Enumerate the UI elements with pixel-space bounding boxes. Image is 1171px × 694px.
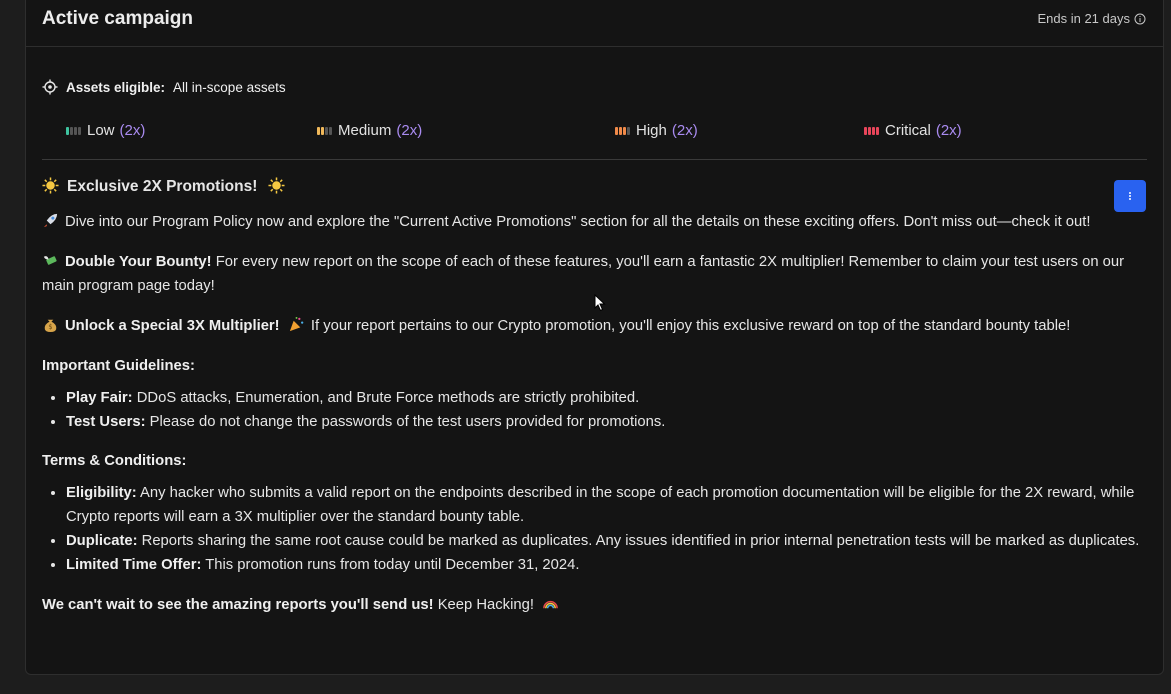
assets-eligible-value: All in-scope assets: [173, 79, 286, 95]
list-item-label: Duplicate:: [66, 533, 138, 549]
severity-bars-icon: [864, 126, 879, 135]
rainbow-emoji-icon: [543, 600, 558, 609]
assets-eligible-label: Assets eligible:: [66, 79, 166, 95]
paragraph-double-bounty: Double Your Bounty! For every new report…: [42, 250, 1150, 298]
double-bounty-title: Double Your Bounty!: [65, 254, 212, 270]
assets-eligible-row: Assets eligible: All in-scope assets: [42, 79, 286, 95]
paragraph-policy: Dive into our Program Policy now and exp…: [42, 210, 1150, 234]
severity-label: High: [636, 122, 667, 139]
list-item-label: Play Fair:: [66, 390, 133, 406]
card-header: Active campaign Ends in 21 days: [26, 0, 1163, 47]
severity-bars-icon: [317, 126, 332, 135]
campaign-description: Exclusive 2X Promotions! Dive into our P…: [42, 175, 1150, 617]
list-item: Duplicate: Reports sharing the same root…: [66, 529, 1150, 553]
severity-critical: Critical (2x): [864, 122, 962, 139]
severity-multiplier: (2x): [119, 122, 146, 139]
list-item-label: Limited Time Offer:: [66, 557, 202, 573]
money-with-wings-emoji-icon: [43, 256, 57, 265]
list-item-text: DDoS attacks, Enumeration, and Brute For…: [132, 390, 640, 406]
severity-high: High (2x): [615, 122, 698, 139]
severity-label: Medium: [338, 122, 392, 139]
severity-bars-icon: [615, 126, 630, 135]
severity-medium: Medium (2x): [317, 122, 422, 139]
ends-text: Ends in 21 days: [1037, 11, 1130, 26]
severity-bars-icon: [66, 126, 81, 135]
info-icon[interactable]: [1134, 13, 1146, 25]
party-popper-emoji-icon: [289, 316, 304, 332]
rocket-emoji-icon: [43, 213, 58, 228]
list-item-label: Eligibility:: [66, 485, 137, 501]
list-item: Limited Time Offer: This promotion runs …: [66, 553, 1150, 577]
svg-text:$: $: [48, 323, 52, 331]
paragraph-policy-text: Dive into our Program Policy now and exp…: [65, 214, 1091, 230]
promo-title: Exclusive 2X Promotions!: [67, 178, 258, 195]
paragraph-3x-multiplier: $ Unlock a Special 3X Multiplier! If you…: [42, 314, 1150, 338]
ends-in-label: Ends in 21 days: [1037, 11, 1146, 26]
target-icon: [42, 79, 58, 95]
severity-multiplier: (2x): [396, 122, 423, 139]
terms-heading: Terms & Conditions:: [42, 453, 187, 469]
sun-emoji-icon: [42, 177, 59, 194]
list-item: Play Fair: DDoS attacks, Enumeration, an…: [66, 386, 1150, 410]
list-item-text: This promotion runs from today until Dec…: [201, 557, 580, 573]
list-item: Test Users: Please do not change the pas…: [66, 410, 1150, 434]
list-item-label: Test Users:: [66, 414, 146, 430]
list-item: Eligibility: Any hacker who submits a va…: [66, 481, 1150, 529]
terms-list: Eligibility: Any hacker who submits a va…: [42, 481, 1150, 577]
severity-label: Critical: [885, 122, 931, 139]
severity-multiplier: (2x): [671, 122, 698, 139]
closing-text: Keep Hacking!: [433, 597, 534, 613]
multiplier-title: Unlock a Special 3X Multiplier!: [65, 318, 280, 334]
mouse-cursor-icon: [594, 294, 606, 312]
divider: [42, 159, 1147, 160]
severity-multiplier: (2x): [935, 122, 962, 139]
promo-heading: Exclusive 2X Promotions!: [42, 175, 1150, 199]
multiplier-text: If your report pertains to our Crypto pr…: [306, 318, 1071, 334]
active-campaign-card: Active campaign Ends in 21 days Assets e…: [25, 0, 1164, 675]
list-item-text: Reports sharing the same root cause coul…: [137, 533, 1140, 549]
guidelines-heading: Important Guidelines:: [42, 358, 195, 374]
severity-row: Low (2x) Medium (2x) High (2x) Critical …: [66, 122, 1146, 142]
card-title: Active campaign: [42, 8, 193, 29]
closing-bold: We can't wait to see the amazing reports…: [42, 597, 434, 613]
guidelines-list: Play Fair: DDoS attacks, Enumeration, an…: [42, 386, 1150, 434]
money-bag-emoji-icon: $: [44, 319, 57, 333]
list-item-text: Any hacker who submits a valid report on…: [66, 485, 1135, 525]
sun-emoji-icon: [267, 177, 285, 194]
severity-low: Low (2x): [66, 122, 145, 139]
severity-label: Low: [87, 122, 115, 139]
list-item-text: Please do not change the passwords of th…: [145, 414, 666, 430]
closing-line: We can't wait to see the amazing reports…: [42, 593, 1150, 617]
